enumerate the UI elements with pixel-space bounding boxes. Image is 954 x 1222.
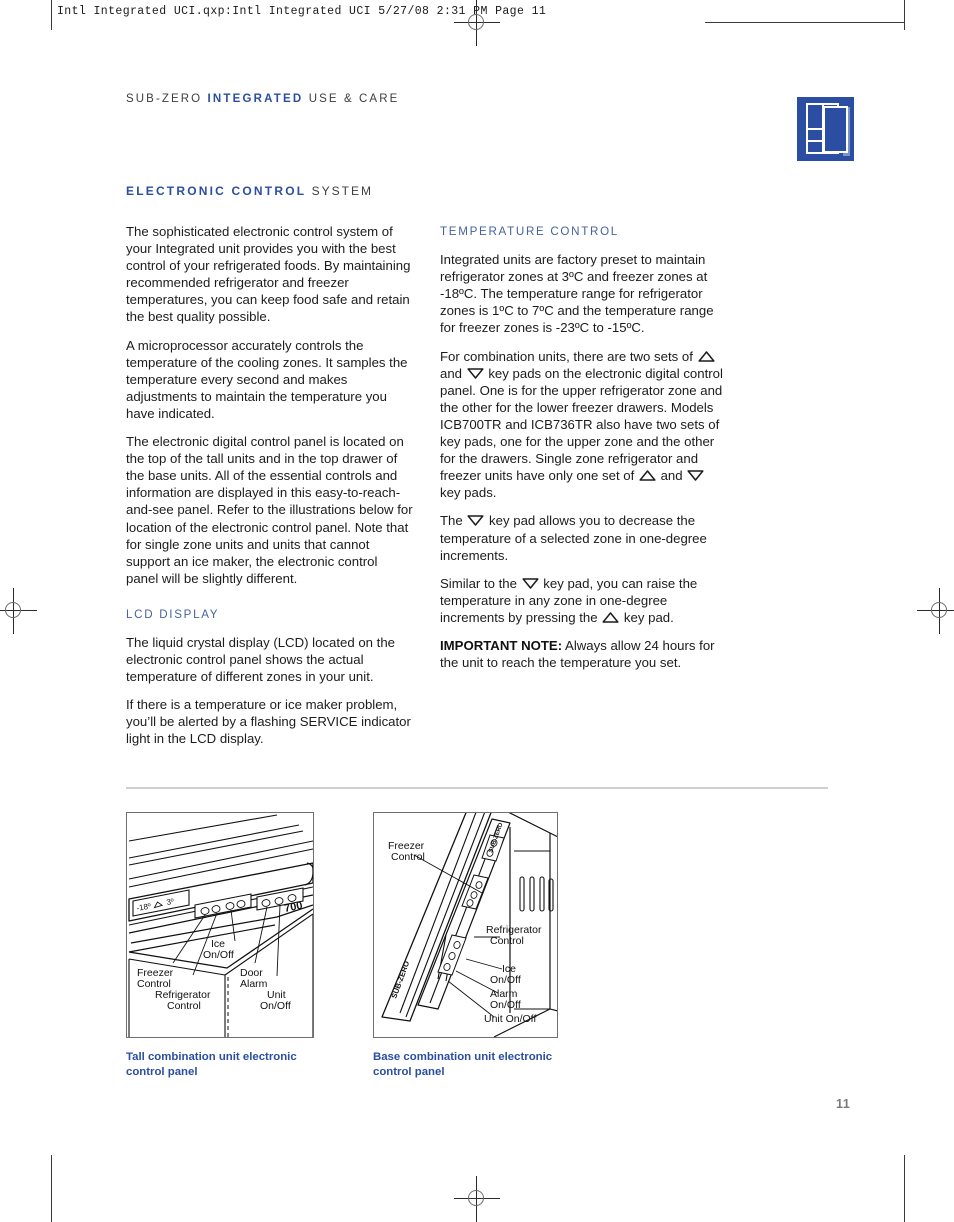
document-page: Intl Integrated UCI.qxp:Intl Integrated … [0, 0, 954, 1222]
paragraph-intro: The sophisticated electronic control sys… [126, 224, 411, 325]
label-ice-on-off-line2: On/Off [490, 974, 521, 986]
important-note-label: IMPORTANT NOTE: [440, 637, 563, 653]
paragraph-panel-location: The electronic digital control panel is … [126, 434, 413, 586]
paragraph-important-note: IMPORTANT NOTE: Always allow 24 hours fo… [440, 637, 727, 671]
label-unit-on-off-line2: On/Off [260, 1000, 291, 1012]
registration-mark-left [0, 588, 37, 634]
paragraph-combination-units: For combination units, there are two set… [440, 348, 727, 502]
label-unit-on-off: Unit On/Off [484, 1013, 536, 1025]
trim-line-left-top [51, 0, 52, 30]
paragraph-microprocessor: A microprocessor accurately controls the… [126, 337, 408, 421]
label-freezer-control-line2: Control [391, 851, 425, 863]
trim-line-left-lower [51, 1155, 52, 1222]
page-title: ELECTRONIC CONTROL SYSTEM [126, 184, 373, 198]
trim-line-right-lower [904, 1155, 905, 1222]
running-head-brand: INTEGRATED [207, 93, 304, 105]
arrow-down-icon [687, 470, 704, 481]
figure-base-combination-unit: SUB-ZERO SUB-ZERO Freezer Control Refrig… [373, 812, 558, 1038]
down-text-1: The [440, 513, 467, 529]
section-divider-rule [126, 787, 828, 789]
trim-line-right-top [904, 0, 905, 30]
vent-louvers [519, 876, 554, 912]
caption-tall-unit: Tall combination unit electronic control… [126, 1051, 297, 1078]
subheading-lcd-display: LCD DISPLAY [126, 607, 220, 621]
label-ice-on-off-line2: On/Off [203, 949, 234, 961]
combo-text-4: and [656, 468, 687, 484]
combo-text-2: and [440, 365, 466, 381]
paragraph-decrease-temp: The key pad allows you to decrease the t… [440, 512, 727, 563]
up-text-1: Similar to the [440, 575, 521, 591]
page-number: 11 [836, 1097, 851, 1111]
registration-mark-right [917, 588, 954, 634]
label-door-alarm-line2: Alarm [240, 978, 268, 990]
up-text-3: key pad. [620, 609, 674, 625]
paragraph-temp-presets: Integrated units are factory preset to m… [440, 252, 714, 336]
paragraph-lcd-2: If there is a temperature or ice maker p… [126, 697, 411, 747]
label-refrigerator-control-line2: Control [490, 935, 524, 947]
page-title-rest: SYSTEM [306, 184, 373, 198]
trim-line-header-underline [705, 22, 905, 23]
paragraph-increase-temp: Similar to the key pad, you can raise th… [440, 575, 727, 626]
sub-zero-cabinet-logo-icon [797, 97, 854, 161]
combo-text-3: key pads on the electronic digital contr… [440, 365, 723, 484]
left-text-column: The sophisticated electronic control sys… [126, 223, 413, 759]
brand-badge-700: 700 [283, 900, 303, 915]
arrow-down-icon [467, 367, 484, 379]
arrow-up-icon [602, 612, 619, 623]
label-alarm-on-off-line2: On/Off [490, 999, 521, 1011]
keypad-cluster-middle [461, 874, 489, 910]
paragraph-lcd-1: The liquid crystal display (LCD) located… [126, 634, 396, 685]
caption-base-unit: Base combination unit electronic control… [373, 1051, 553, 1078]
registration-mark-top [454, 0, 500, 46]
arrow-down-icon [522, 577, 539, 589]
base-unit-illustration: SUB-ZERO SUB-ZERO Freezer Control Refrig… [381, 813, 557, 1037]
combo-text-1: For combination units, there are two set… [440, 348, 697, 364]
keypad-cluster-left [194, 893, 252, 919]
figure-tall-combination-unit: -18º 3º 700 Ice On/Off Freezer Control R… [126, 812, 314, 1038]
right-text-column: TEMPERATURE CONTROL Integrated units are… [440, 223, 727, 682]
tall-unit-illustration: -18º 3º 700 Ice On/Off Freezer Control R… [128, 814, 313, 1037]
running-head-post: USE & CARE [303, 93, 400, 105]
running-head: SUB-ZERO INTEGRATED USE & CARE [126, 93, 399, 105]
combo-text-5: key pads. [440, 485, 497, 501]
arrow-up-icon [697, 350, 715, 362]
drawer-brand-mark: SUB-ZERO [389, 960, 411, 1000]
page-title-strong: ELECTRONIC CONTROL [126, 184, 307, 198]
running-head-pre: SUB-ZERO [126, 93, 208, 105]
arrow-down-icon [467, 515, 484, 527]
label-refrigerator-control-line2: Control [167, 1000, 201, 1012]
subheading-temperature-control: TEMPERATURE CONTROL [440, 225, 619, 238]
registration-mark-bottom [454, 1176, 500, 1222]
arrow-up-icon [639, 470, 656, 481]
